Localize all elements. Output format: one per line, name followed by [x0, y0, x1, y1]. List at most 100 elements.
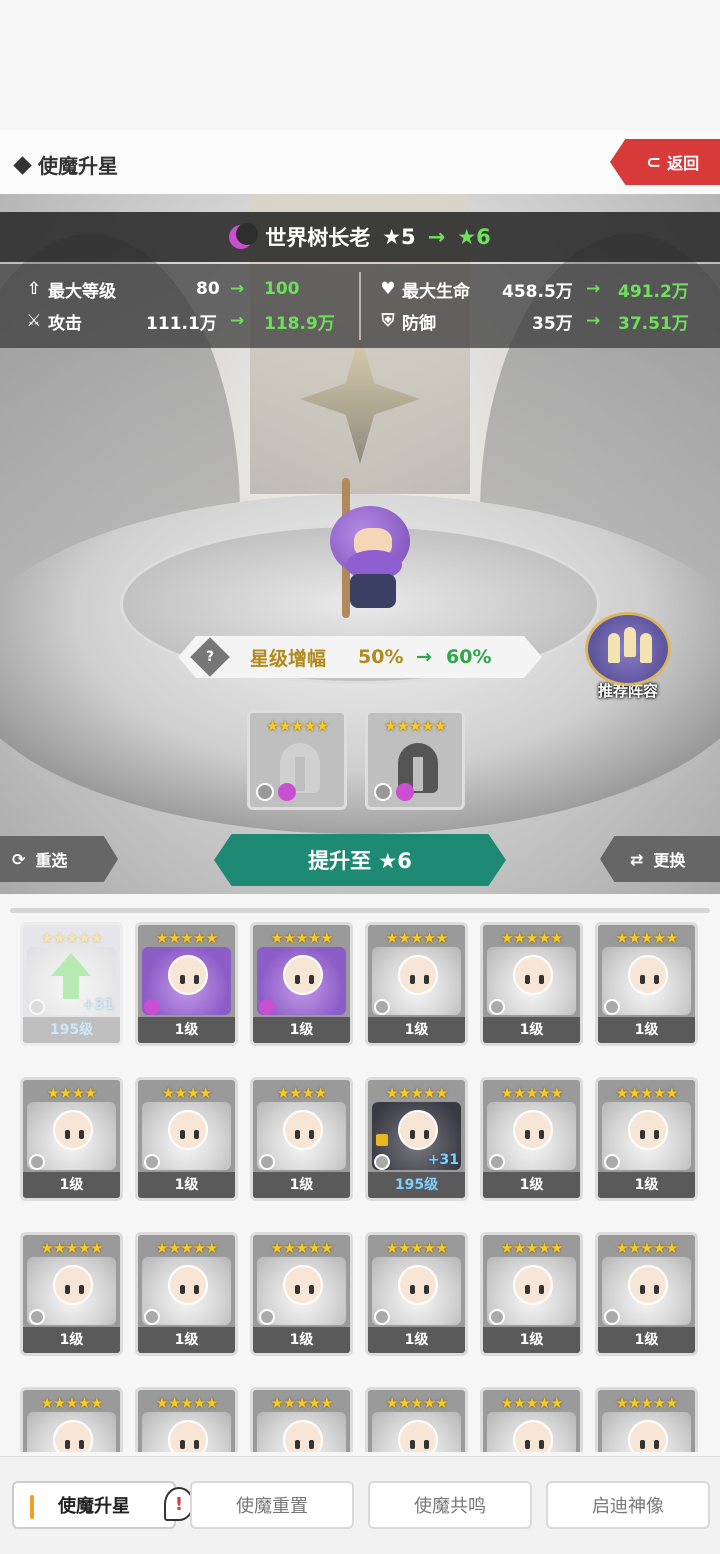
star-bonus-from: 50% [358, 646, 404, 668]
familiar-card[interactable]: ★★★★★ [365, 1387, 468, 1452]
star-rating: ★★★★★ [155, 1394, 218, 1412]
moon-element-icon [259, 999, 275, 1015]
star-rating: ★★★★★ [615, 1394, 678, 1412]
chibi-face [283, 1265, 323, 1305]
bonus-level: +31 [82, 997, 114, 1013]
chibi-face [628, 1110, 668, 1150]
tab-enlightenment-statue[interactable]: 启迪神像 [546, 1481, 710, 1529]
familiar-card[interactable]: ★★★★★ [135, 1387, 238, 1452]
familiar-level: 1级 [483, 1017, 580, 1043]
familiar-card[interactable]: ★★★★★ 1级 [365, 1232, 468, 1356]
reselect-button[interactable]: ⟳ 重选 [0, 836, 118, 882]
star-rating: ★★★★★ [383, 717, 447, 735]
familiar-card[interactable]: ★★★★★ 1级 [250, 922, 353, 1046]
familiar-card[interactable]: ★★★★★ 1级 [135, 1232, 238, 1356]
familiar-card[interactable]: ★★★★★ 1级 [135, 922, 238, 1046]
stats-panel: ⇧ 最大等级 80 → 100 ⚔ 攻击 111.1万 → 118.9万 ♥ 最… [0, 264, 720, 348]
tab-familiar-star-up[interactable]: 使魔升星 ! [12, 1481, 194, 1529]
familiar-card[interactable]: ★★★★★ +31 195级 [20, 922, 123, 1046]
star-rating: ★★★★★ [40, 1239, 103, 1257]
familiar-level: 1级 [138, 1327, 235, 1353]
star-bonus-banner: ? 星级增幅 50% → 60% [178, 636, 542, 678]
familiar-card[interactable]: ★★★★ 1级 [250, 1077, 353, 1201]
familiar-card[interactable]: ★★★★ 1级 [20, 1077, 123, 1201]
star-rating: ★★★★★ [155, 929, 218, 947]
stat-max-level: ⇧ 最大等级 80 → 100 [24, 276, 344, 302]
familiar-card[interactable]: ★★★★ 1级 [135, 1077, 238, 1201]
hero-character-sprite [318, 478, 428, 623]
star-rating: ★★★★ [276, 1084, 328, 1102]
star-rating: ★★★★★ [615, 1239, 678, 1257]
sun-icon [489, 999, 505, 1015]
familiar-level: 1级 [138, 1172, 235, 1198]
arrow-icon: → [427, 225, 446, 249]
material-slot-2[interactable]: ★★★★★ [365, 710, 465, 810]
sun-icon [29, 999, 45, 1015]
star-rating: ★★★★★ [270, 1239, 333, 1257]
tab-familiar-reset[interactable]: 使魔重置 [190, 1481, 354, 1529]
familiar-card[interactable]: ★★★★★ 1级 [480, 1232, 583, 1356]
swap-button[interactable]: ⇄ 更换 [600, 836, 720, 882]
familiar-card[interactable]: ★★★★★ [20, 1387, 123, 1452]
material-slot-1[interactable]: ★★★★★ [247, 710, 347, 810]
familiar-card[interactable]: ★★★★★ 1级 [595, 1077, 698, 1201]
stat-defense: ⛨ 防御 35万 → 37.51万 [378, 308, 708, 334]
moon-element-icon [144, 999, 160, 1015]
familiar-card[interactable]: ★★★★★ [250, 1387, 353, 1452]
familiar-card[interactable]: ★★★★★ 1级 [480, 1077, 583, 1201]
familiar-level: 1级 [598, 1327, 695, 1353]
recommend-team-button[interactable]: 推荐阵容 [584, 612, 672, 704]
shield-icon: ⛨ [381, 311, 395, 331]
familiar-card[interactable]: ★★★★★ 1级 [365, 922, 468, 1046]
familiar-card[interactable]: ★★★★★ 1级 [595, 922, 698, 1046]
help-icon[interactable]: ? [190, 637, 230, 677]
familiar-card[interactable]: ★★★★★ 1级 [250, 1232, 353, 1356]
team-icon [585, 612, 671, 686]
chibi-face [628, 1265, 668, 1305]
familiar-card[interactable]: ★★★★★ [480, 1387, 583, 1452]
refresh-icon: ⟳ [12, 849, 26, 869]
chibi-face [283, 1420, 323, 1452]
back-button[interactable]: ⊂ 返回 [610, 139, 720, 185]
sun-icon [144, 1309, 160, 1325]
chibi-face [513, 1420, 553, 1452]
chibi-face [168, 955, 208, 995]
tab-familiar-resonance[interactable]: 使魔共鸣 [368, 1481, 532, 1529]
sun-icon [259, 1309, 275, 1325]
star-rating: ★★★★★ [500, 1394, 563, 1412]
chibi-face [513, 1265, 553, 1305]
familiar-level: 1级 [598, 1172, 695, 1198]
stat-max-hp: ♥ 最大生命 458.5万 → 491.2万 [378, 276, 708, 302]
familiar-card[interactable]: ★★★★★ 1级 [595, 1232, 698, 1356]
familiar-card[interactable]: ★★★★★ +31 195级 [365, 1077, 468, 1201]
stat-attack: ⚔ 攻击 111.1万 → 118.9万 [24, 308, 344, 334]
familiar-card[interactable]: ★★★★★ 1级 [480, 922, 583, 1046]
hero-name: 世界树长老 [265, 226, 371, 250]
chibi-face [513, 1110, 553, 1150]
moon-element-icon [396, 783, 414, 801]
familiar-level: 1级 [253, 1327, 350, 1353]
familiar-card[interactable]: ★★★★★ [595, 1387, 698, 1452]
star-from: ★5 [382, 225, 416, 249]
list-scroll-indicator [10, 908, 710, 913]
lock-icon [376, 1134, 388, 1146]
bonus-level: +31 [427, 1152, 459, 1168]
familiar-card[interactable]: ★★★★★ 1级 [20, 1232, 123, 1356]
star-bonus-to: 60% [446, 646, 492, 668]
star-rating: ★★★★★ [500, 1239, 563, 1257]
chibi-face [168, 1420, 208, 1452]
familiar-grid: ★★★★★ +31 195级 ★★★★★ 1级 ★★★★★ 1级 ★★★★★ 1级 ★★★★★ 1级… [20, 922, 710, 1452]
familiar-level: 1级 [23, 1172, 120, 1198]
star-rating: ★★★★ [161, 1084, 213, 1102]
chibi-face [398, 955, 438, 995]
star-rating: ★★★★★ [270, 929, 333, 947]
return-arrow-icon: ⊂ [646, 151, 662, 173]
chibi-face [168, 1265, 208, 1305]
arrow-icon: → [416, 646, 432, 668]
familiar-level: 1级 [253, 1017, 350, 1043]
familiar-level: 1级 [138, 1017, 235, 1043]
moon-element-icon [278, 783, 296, 801]
sun-icon [374, 999, 390, 1015]
sun-icon [604, 1309, 620, 1325]
upgrade-star-button[interactable]: 提升至 ★6 [214, 834, 506, 886]
